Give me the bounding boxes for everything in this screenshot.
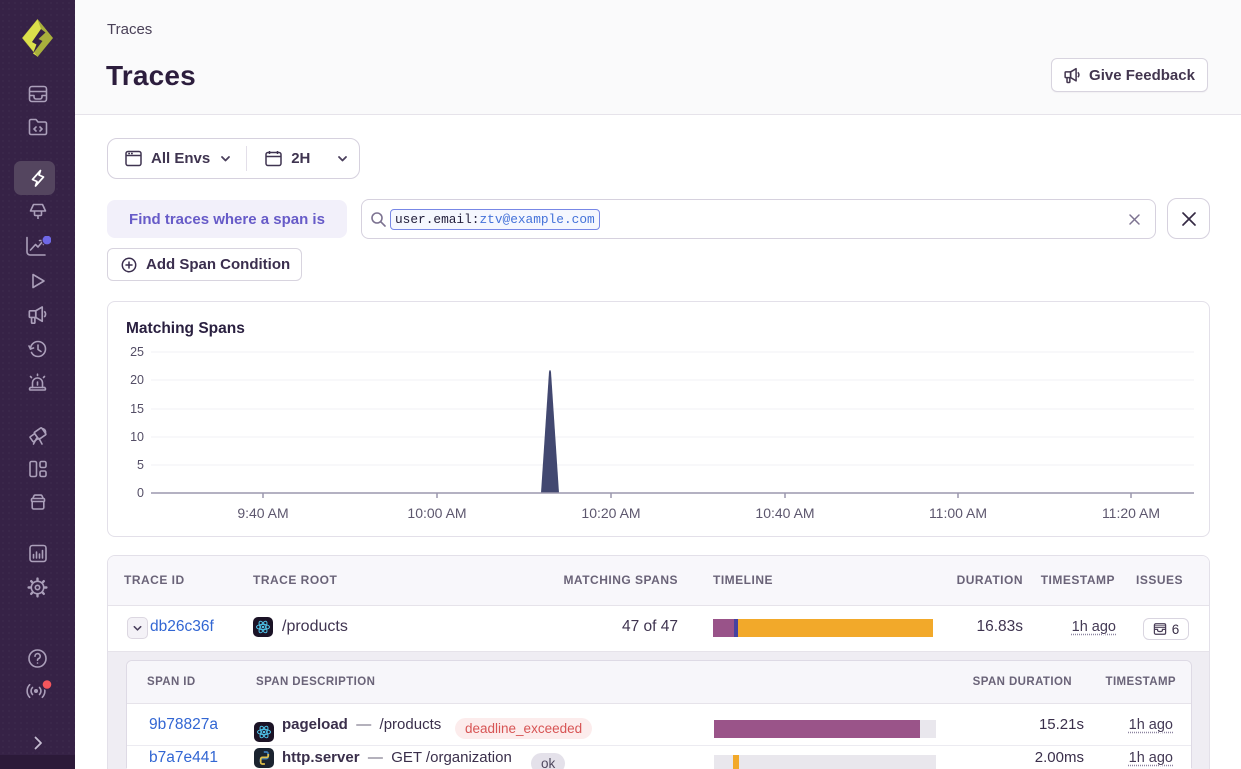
svg-text:25: 25 <box>130 345 144 359</box>
svg-text:0: 0 <box>137 486 144 500</box>
svg-text:5: 5 <box>137 458 144 472</box>
svg-text:15: 15 <box>130 402 144 416</box>
svg-text:11:00 AM: 11:00 AM <box>929 505 987 521</box>
svg-text:10:00 AM: 10:00 AM <box>407 505 466 521</box>
svg-text:10:20 AM: 10:20 AM <box>581 505 640 521</box>
svg-text:20: 20 <box>130 373 144 387</box>
svg-text:9:40 AM: 9:40 AM <box>237 505 288 521</box>
svg-text:10: 10 <box>130 430 144 444</box>
svg-text:11:20 AM: 11:20 AM <box>1102 505 1160 521</box>
svg-text:10:40 AM: 10:40 AM <box>755 505 814 521</box>
